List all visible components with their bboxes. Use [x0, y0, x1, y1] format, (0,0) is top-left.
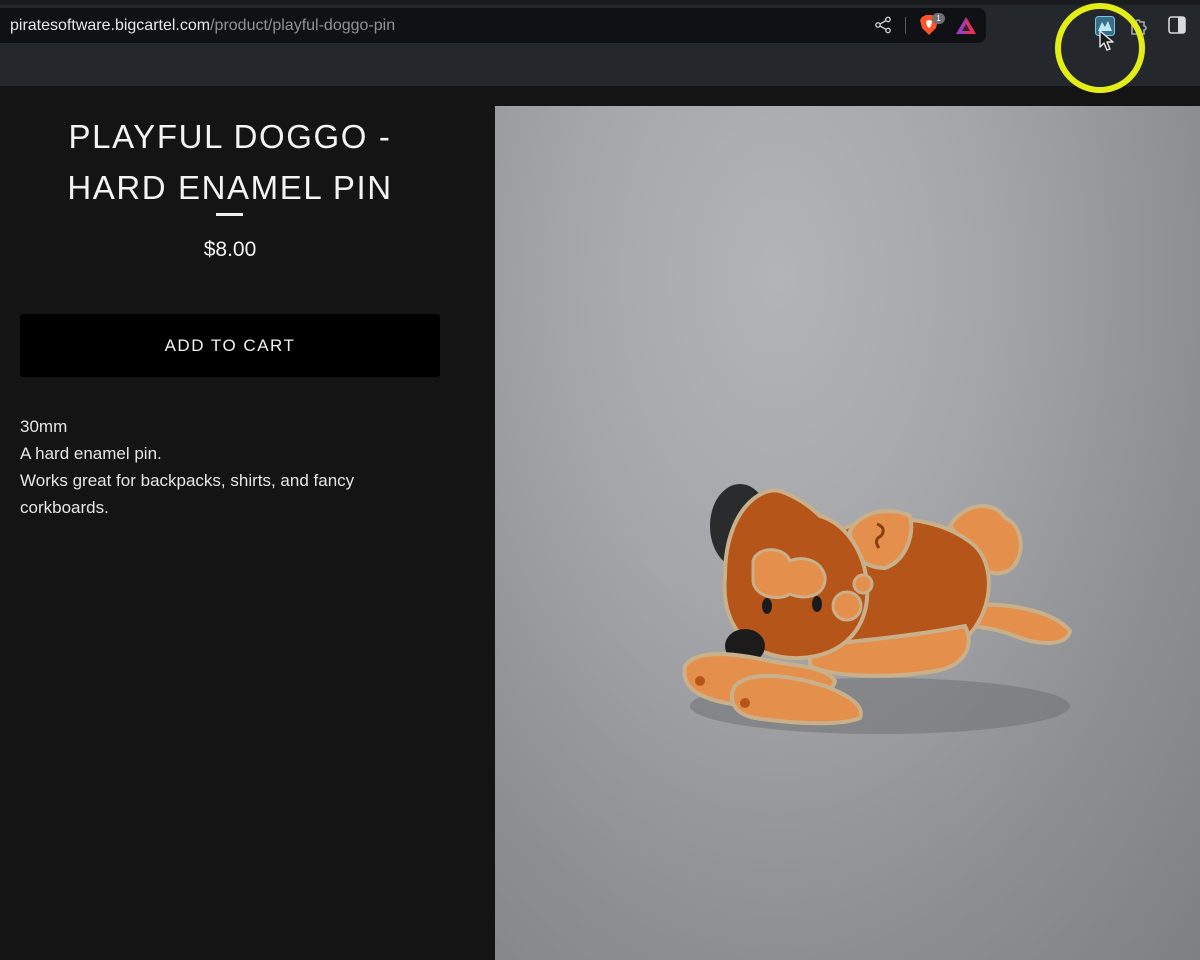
description-line: A hard enamel pin.	[20, 444, 162, 463]
sidebar-toggle-icon[interactable]	[1168, 16, 1186, 34]
url-path: /product/playful-doggo-pin	[210, 17, 396, 34]
add-to-cart-button[interactable]: ADD TO CART	[20, 314, 440, 377]
toolbar-separator	[905, 17, 906, 34]
title-divider	[216, 213, 243, 216]
product-price: $8.00	[203, 238, 257, 261]
shield-badge: 1	[932, 13, 945, 24]
product-photo[interactable]	[495, 106, 1200, 960]
product-title: PLAYFUL DOGGO - HARD ENAMEL PIN	[67, 118, 393, 206]
url-text[interactable]: piratesoftware.bigcartel.com/product/pla…	[10, 16, 395, 35]
enamel-pin-illustration	[682, 484, 1073, 734]
url-host: piratesoftware.bigcartel.com	[10, 17, 211, 34]
description-line: Works great for backpacks, shirts, and f…	[20, 471, 355, 517]
highlight-ring	[1055, 3, 1145, 93]
share-icon[interactable]	[874, 16, 892, 34]
product-description: 30mm A hard enamel pin. Works great for …	[20, 413, 440, 521]
address-bar[interactable]: piratesoftware.bigcartel.com/product/pla…	[0, 8, 986, 43]
description-line: 30mm	[20, 417, 68, 436]
brave-rewards-icon[interactable]	[955, 16, 977, 36]
